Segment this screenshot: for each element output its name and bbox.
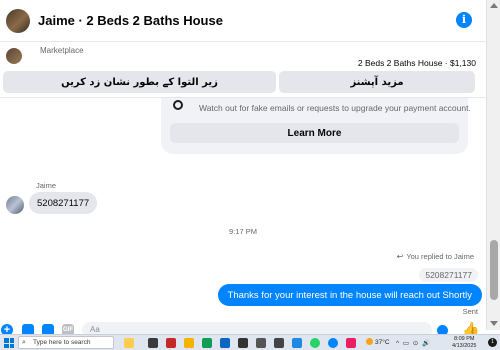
edge-icon[interactable] <box>220 338 230 348</box>
scroll-up-icon[interactable] <box>490 3 498 8</box>
mark-as-pending-button[interactable]: زیر التوا کے بطور نشان زد کریں <box>3 71 276 93</box>
scrollbar[interactable] <box>486 0 500 330</box>
app-icon[interactable] <box>256 338 266 348</box>
messenger-icon[interactable] <box>328 338 338 348</box>
file-explorer-icon[interactable] <box>184 338 194 348</box>
app-icon[interactable] <box>346 338 356 348</box>
message-composer: + GIF Aa 👍 <box>0 320 486 338</box>
sender-avatar[interactable] <box>6 196 24 214</box>
app-icon[interactable] <box>238 338 248 348</box>
outgoing-message[interactable]: Thanks for your interest in the house wi… <box>217 284 482 306</box>
message-timestamp: 9:17 PM <box>229 227 257 236</box>
windows-taskbar: ⌕ Type here to search 37°C ^ ▭ ⊙ 🔊 8:09 … <box>0 334 500 350</box>
listing-title[interactable]: 2 Beds 2 Baths House · $1,130 <box>358 58 476 68</box>
scrollbar-thumb[interactable] <box>490 240 498 300</box>
weather-temp: 37°C <box>375 339 390 346</box>
app-icon[interactable] <box>292 338 302 348</box>
task-view-icon[interactable] <box>148 338 158 348</box>
system-tray[interactable]: ^ ▭ ⊙ 🔊 <box>396 339 431 347</box>
quoted-message[interactable]: 5208271177 <box>419 268 478 282</box>
reply-icon: ↩ <box>396 252 404 261</box>
windows-start-icon[interactable] <box>4 338 14 348</box>
more-options-button[interactable]: مزید آپشنز <box>279 71 475 93</box>
marketplace-label: Marketplace <box>40 46 84 55</box>
conversation-title[interactable]: Jaime · 2 Beds 2 Baths House <box>38 13 223 28</box>
scroll-down-icon[interactable] <box>490 321 498 326</box>
reply-indicator: ↩ You replied to Jaime <box>397 252 474 261</box>
security-warning-text: Watch out for fake emails or requests to… <box>199 103 471 113</box>
weather-widget[interactable]: 37°C <box>366 338 390 346</box>
chrome-icon[interactable] <box>202 338 212 348</box>
taskbar-clock[interactable]: 8:09 PM 4/13/2025 <box>452 336 476 350</box>
contact-avatar[interactable] <box>6 8 30 33</box>
conversation-header: Jaime · 2 Beds 2 Baths House i <box>0 0 486 42</box>
clock-date: 4/13/2025 <box>452 343 477 349</box>
marketplace-bar: Marketplace 2 Beds 2 Baths House · $1,13… <box>0 42 486 98</box>
security-notice-card: Watch out for fake emails or requests to… <box>161 98 471 154</box>
messenger-window: Jaime · 2 Beds 2 Baths House i Marketpla… <box>0 0 500 350</box>
info-icon[interactable]: i <box>456 12 472 28</box>
whatsapp-icon[interactable] <box>310 338 320 348</box>
listing-thumbnail[interactable] <box>6 48 22 64</box>
clock-time: 8:09 PM <box>453 336 475 342</box>
sun-icon <box>366 338 373 345</box>
reply-label: You replied to Jaime <box>406 252 474 261</box>
notification-badge[interactable]: 1 <box>488 338 497 347</box>
taskbar-search[interactable]: ⌕ Type here to search <box>18 336 114 349</box>
shield-icon <box>173 100 183 110</box>
sent-status: Sent <box>462 307 478 316</box>
sender-name: Jaime <box>36 181 57 190</box>
app-icon[interactable] <box>274 338 284 348</box>
learn-more-button[interactable]: Learn More <box>170 123 459 143</box>
taskbar-search-placeholder: Type here to search <box>33 339 91 346</box>
search-icon: ⌕ <box>22 339 26 346</box>
app-icon[interactable] <box>166 338 176 348</box>
copilot-icon[interactable] <box>124 338 134 348</box>
incoming-message[interactable]: 5208271177 <box>29 192 98 214</box>
